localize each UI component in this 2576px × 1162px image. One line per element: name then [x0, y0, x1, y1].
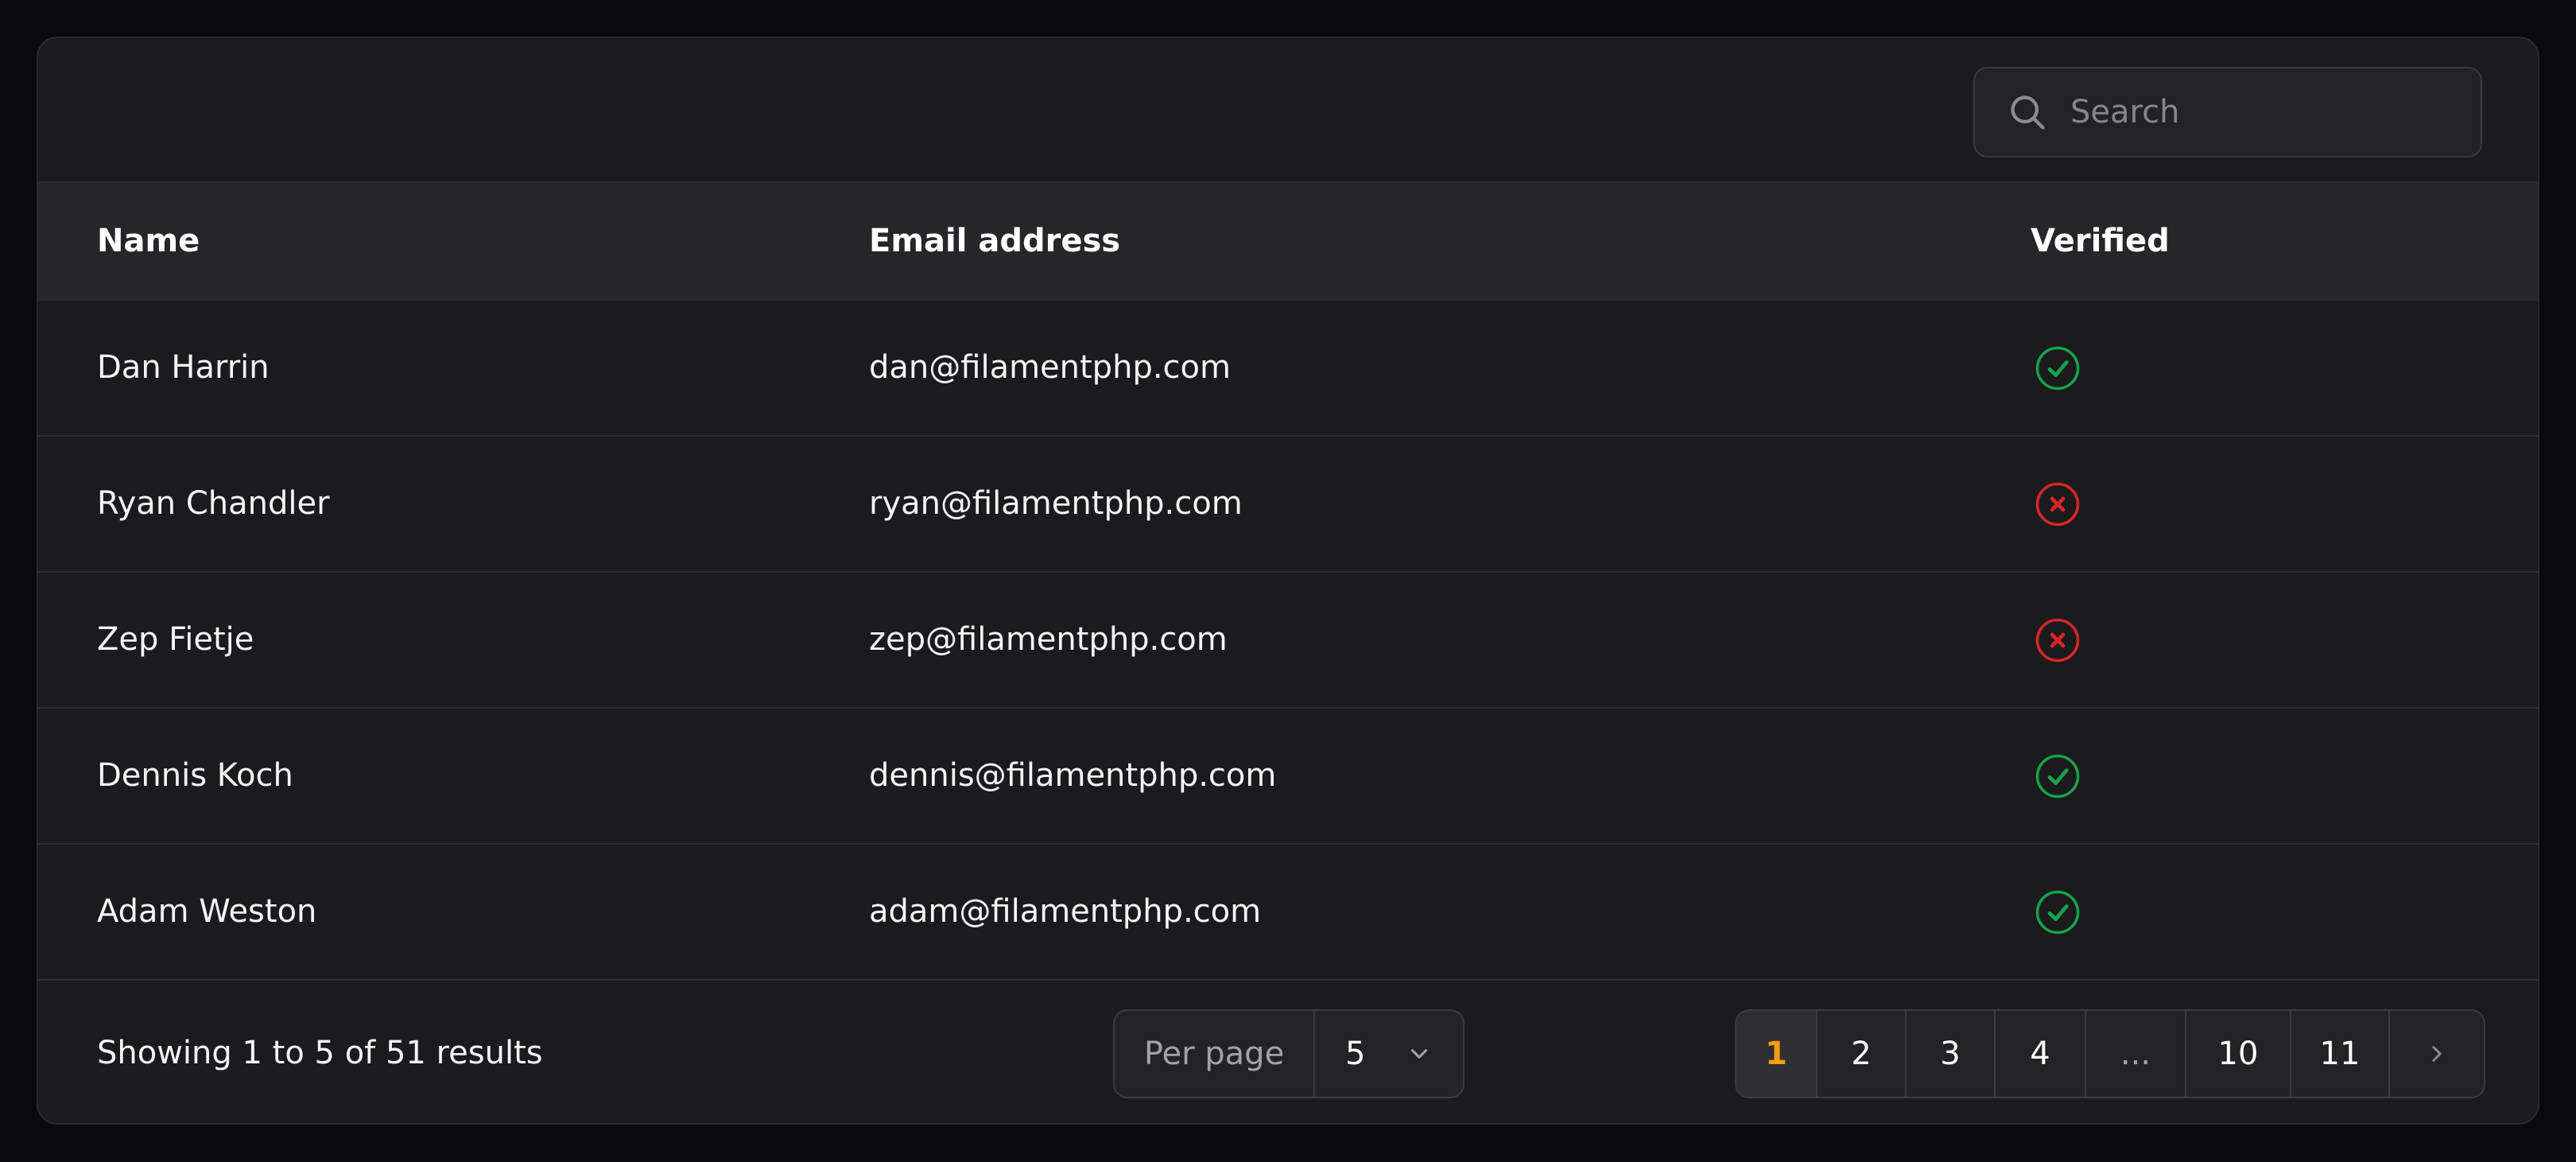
verified-status — [2034, 888, 2081, 936]
search-input[interactable] — [2069, 93, 2438, 131]
check-circle-icon — [2035, 754, 2080, 799]
page-button[interactable]: 11 — [2291, 1011, 2390, 1097]
page-button[interactable]: 1 — [1736, 1011, 1818, 1097]
verified-status — [2034, 344, 2081, 392]
table-body: Dan Harrin dan@filamentphp.com Ryan Chan… — [38, 301, 2538, 981]
per-page-control[interactable]: Per page 5 — [1113, 1009, 1465, 1098]
table-toolbar — [38, 38, 2538, 183]
cell-name: Dennis Koch — [97, 757, 293, 794]
per-page-label: Per page — [1115, 1011, 1315, 1097]
search-box[interactable] — [1973, 67, 2482, 157]
cell-name: Dan Harrin — [97, 349, 270, 386]
per-page-select[interactable]: 5 — [1315, 1011, 1463, 1097]
cell-name: Adam Weston — [97, 893, 317, 930]
pagination: 1 2 3 4 ... 10 11 — [1735, 1009, 2485, 1098]
cell-name: Zep Fietje — [97, 621, 254, 658]
page-ellipsis: ... — [2086, 1011, 2186, 1097]
table-footer: Showing 1 to 5 of 51 results Per page 5 … — [38, 981, 2538, 1123]
x-circle-icon — [2035, 618, 2080, 663]
check-circle-icon — [2035, 346, 2080, 391]
search-icon — [2011, 95, 2045, 130]
check-circle-icon — [2035, 890, 2080, 935]
verified-status — [2034, 752, 2081, 800]
table-row[interactable]: Adam Weston adam@filamentphp.com — [38, 845, 2538, 981]
page-button[interactable]: 10 — [2186, 1011, 2291, 1097]
cell-email: zep@filamentphp.com — [869, 621, 1228, 658]
next-page-button[interactable] — [2390, 1011, 2484, 1097]
users-table-card: Name Email address Verified Dan Harrin d… — [37, 37, 2539, 1125]
cell-email: dennis@filamentphp.com — [869, 757, 1277, 794]
table-row[interactable]: Zep Fietje zep@filamentphp.com — [38, 573, 2538, 709]
chevron-right-icon — [2432, 1046, 2442, 1062]
table-row[interactable]: Dennis Koch dennis@filamentphp.com — [38, 709, 2538, 845]
x-circle-icon — [2035, 482, 2080, 527]
per-page-value: 5 — [1345, 1036, 1366, 1072]
verified-status — [2034, 616, 2081, 664]
page-button[interactable]: 4 — [1996, 1011, 2086, 1097]
column-header-email[interactable]: Email address — [869, 183, 1120, 299]
page-button[interactable]: 3 — [1907, 1011, 1996, 1097]
table-row[interactable]: Ryan Chandler ryan@filamentphp.com — [38, 437, 2538, 573]
cell-email: adam@filamentphp.com — [869, 893, 1262, 930]
column-header-name[interactable]: Name — [97, 183, 200, 299]
cell-email: ryan@filamentphp.com — [869, 485, 1243, 522]
page-button[interactable]: 2 — [1818, 1011, 1907, 1097]
cell-name: Ryan Chandler — [97, 485, 330, 522]
chevron-down-icon — [1410, 1049, 1428, 1059]
cell-email: dan@filamentphp.com — [869, 349, 1231, 386]
verified-status — [2034, 480, 2081, 528]
column-header-verified[interactable]: Verified — [2031, 183, 2170, 299]
table-header: Name Email address Verified — [38, 183, 2538, 301]
table-row[interactable]: Dan Harrin dan@filamentphp.com — [38, 301, 2538, 437]
results-summary: Showing 1 to 5 of 51 results — [97, 1035, 543, 1071]
